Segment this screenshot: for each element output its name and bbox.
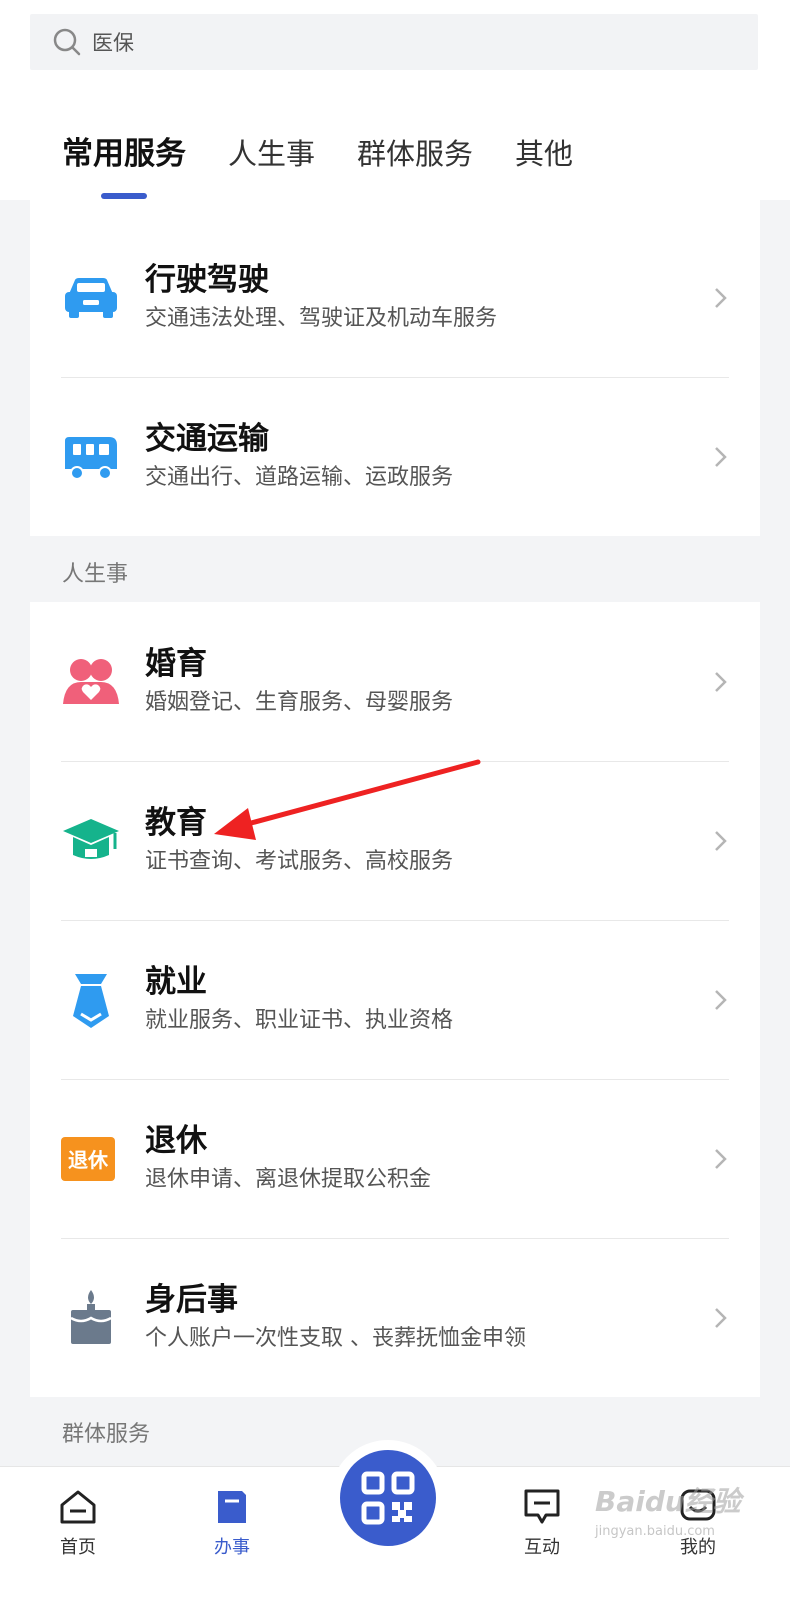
nav-label: 互动 [524, 1537, 560, 1558]
tab-group-services[interactable]: 群体服务 [357, 131, 473, 173]
tab-other[interactable]: 其他 [515, 131, 573, 173]
list-item-marriage[interactable]: 婚育 婚姻登记、生育服务、母婴服务 [30, 602, 760, 761]
item-title: 交通运输 [145, 421, 269, 457]
nav-home[interactable]: 首页 [38, 1487, 118, 1559]
item-subtitle: 退休申请、离退休提取公积金 [145, 1167, 432, 1192]
chevron-right-icon [715, 446, 727, 467]
chevron-right-icon [715, 1148, 727, 1169]
item-subtitle: 个人账户一次性支取 、丧葬抚恤金申领 [145, 1326, 526, 1351]
list-item-education[interactable]: 教育 证书查询、考试服务、高校服务 [30, 761, 760, 920]
list-item-retirement[interactable]: 退休 退休 退休申请、离退休提取公积金 [30, 1079, 760, 1238]
chevron-right-icon [715, 1307, 727, 1328]
item-subtitle: 婚姻登记、生育服务、母婴服务 [145, 690, 454, 715]
document-icon [218, 1491, 246, 1523]
tab-life-events[interactable]: 人生事 [228, 131, 315, 173]
home-icon [60, 1490, 96, 1524]
retire-badge-icon: 退休 [61, 1136, 115, 1181]
item-title: 就业 [145, 964, 207, 1000]
search-icon [53, 28, 81, 56]
common-services-card: 行驶驾驶 交通违法处理、驾驶证及机动车服务 交通运输 交通出行、道路运输、运政服… [30, 200, 760, 536]
nav-label: 办事 [214, 1537, 250, 1558]
chevron-right-icon [715, 671, 727, 692]
item-subtitle: 证书查询、考试服务、高校服务 [145, 849, 454, 874]
nav-label: 首页 [60, 1537, 96, 1558]
item-title: 行驶驾驶 [145, 262, 269, 298]
list-item-funeral[interactable]: 身后事 个人账户一次性支取 、丧葬抚恤金申领 [30, 1238, 760, 1397]
list-item-driving[interactable]: 行驶驾驶 交通违法处理、驾驶证及机动车服务 [30, 218, 760, 377]
necktie-icon [73, 973, 109, 1028]
truck-icon [65, 436, 117, 480]
graduation-cap-icon [63, 818, 119, 859]
item-title: 身后事 [145, 1282, 238, 1318]
search-bar[interactable]: 医保 [30, 14, 758, 70]
list-item-employment[interactable]: 就业 就业服务、职业证书、执业资格 [30, 920, 760, 1079]
retire-badge-text: 退休 [68, 1148, 108, 1172]
life-events-card: 婚育 婚姻登记、生育服务、母婴服务 教育 证书查询、考试服务、高校服务 就业 就… [30, 602, 760, 1397]
candle-icon [70, 1289, 112, 1344]
item-subtitle: 交通违法处理、驾驶证及机动车服务 [145, 306, 498, 331]
chevron-right-icon [715, 830, 727, 851]
chevron-right-icon [715, 287, 727, 308]
chevron-right-icon [715, 989, 727, 1010]
tab-bar: 常用服务 人生事 群体服务 其他 [62, 128, 615, 173]
car-icon [65, 277, 117, 318]
section-label-group: 群体服务 [62, 1422, 151, 1447]
header: 医保 常用服务 人生事 群体服务 其他 [0, 0, 790, 200]
heart-couple-icon [63, 658, 119, 704]
nav-services[interactable]: 办事 [192, 1487, 272, 1559]
search-placeholder: 医保 [92, 31, 134, 55]
watermark-logo: Baidu经验 [595, 1485, 741, 1518]
scan-qr-button[interactable] [340, 1450, 436, 1546]
item-title: 婚育 [145, 646, 207, 682]
message-icon [524, 1489, 560, 1524]
tab-common-services[interactable]: 常用服务 [62, 128, 186, 173]
qr-code-icon [361, 1471, 415, 1525]
list-item-transport[interactable]: 交通运输 交通出行、道路运输、运政服务 [30, 377, 760, 536]
section-label-life: 人生事 [62, 562, 129, 587]
item-title: 教育 [145, 805, 207, 841]
item-title: 退休 [145, 1123, 207, 1159]
nav-interaction[interactable]: 互动 [502, 1487, 582, 1559]
watermark-url: jingyan.baidu.com [595, 1524, 715, 1539]
item-subtitle: 交通出行、道路运输、运政服务 [145, 465, 454, 490]
item-subtitle: 就业服务、职业证书、执业资格 [145, 1008, 454, 1033]
